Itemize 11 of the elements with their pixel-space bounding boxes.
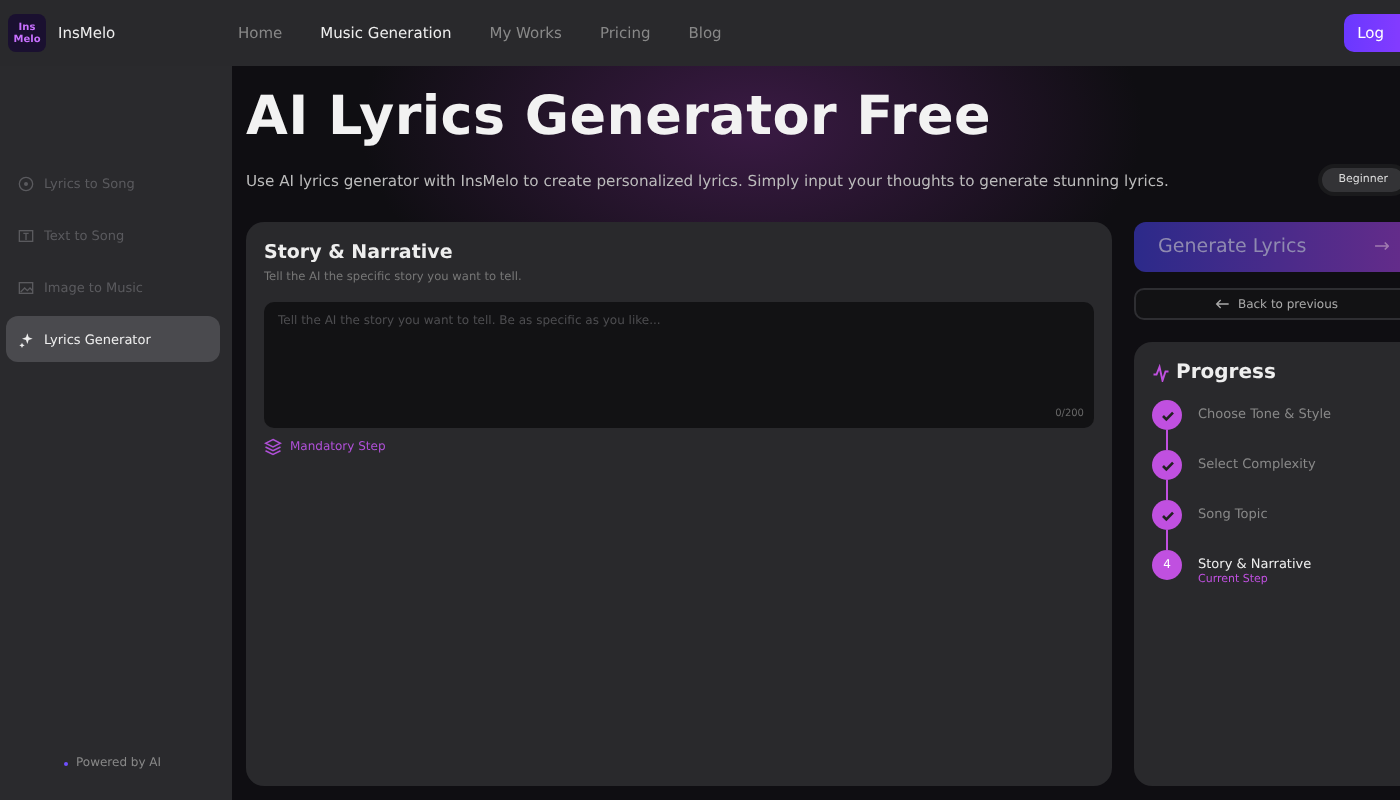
card-heading: Story & Narrative (264, 242, 455, 264)
image-icon (18, 279, 34, 295)
page-title: AI Lyrics Generator Free (246, 86, 994, 148)
sparkle-icon (18, 331, 34, 347)
layers-icon (264, 438, 282, 456)
arrow-left-icon (1213, 296, 1230, 312)
generate-button[interactable]: Generate Lyrics → (1134, 222, 1400, 272)
progress-heading: Progress (1176, 362, 1276, 384)
disc-icon (18, 175, 34, 191)
text-icon (18, 227, 34, 243)
pulse-icon (1152, 364, 1170, 382)
